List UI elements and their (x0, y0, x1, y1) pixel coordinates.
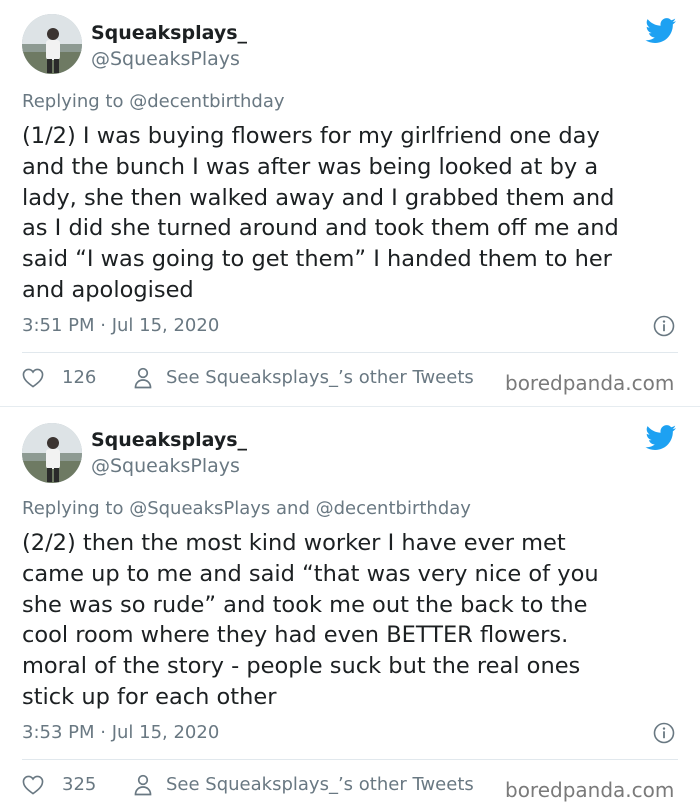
tweet-text: (2/2) then the most kind worker I have e… (22, 530, 599, 710)
info-icon[interactable] (653, 722, 675, 744)
timestamp[interactable]: 3:53 PM · Jul 15, 2020 (22, 722, 219, 743)
person-icon[interactable] (134, 774, 152, 796)
heart-icon[interactable] (22, 368, 44, 388)
other-tweets-link[interactable]: See Squeaksplays_’s other Tweets (166, 367, 474, 388)
author-name[interactable]: Squeaksplays_ (91, 22, 247, 44)
author-handle[interactable]: @SqueaksPlays (91, 455, 240, 477)
divider (22, 352, 678, 353)
tweet-card: Squeaksplays_ @SqueaksPlays Replying to … (0, 0, 700, 406)
info-icon[interactable] (653, 315, 675, 337)
person-icon[interactable] (134, 367, 152, 389)
twitter-bird-icon[interactable] (645, 18, 677, 44)
watermark: boredpanda.com (505, 778, 675, 802)
tweet-card: Squeaksplays_ @SqueaksPlays Replying to … (0, 406, 700, 812)
twitter-bird-icon[interactable] (645, 425, 677, 451)
avatar[interactable] (22, 14, 82, 74)
avatar[interactable] (22, 423, 82, 483)
author-name[interactable]: Squeaksplays_ (91, 429, 247, 451)
avatar-photo (22, 423, 82, 483)
like-count[interactable]: 325 (62, 774, 96, 795)
author-handle[interactable]: @SqueaksPlays (91, 48, 240, 70)
heart-icon[interactable] (22, 775, 44, 795)
avatar-photo (22, 14, 82, 74)
other-tweets-link[interactable]: See Squeaksplays_’s other Tweets (166, 774, 474, 795)
like-count[interactable]: 126 (62, 367, 96, 388)
watermark: boredpanda.com (505, 371, 675, 395)
divider (22, 759, 678, 760)
timestamp[interactable]: 3:51 PM · Jul 15, 2020 (22, 315, 219, 336)
tweet-text: (1/2) I was buying flowers for my girlfr… (22, 123, 619, 303)
replying-to[interactable]: Replying to @decentbirthday (22, 91, 285, 112)
replying-to[interactable]: Replying to @SqueaksPlays and @decentbir… (22, 498, 471, 519)
